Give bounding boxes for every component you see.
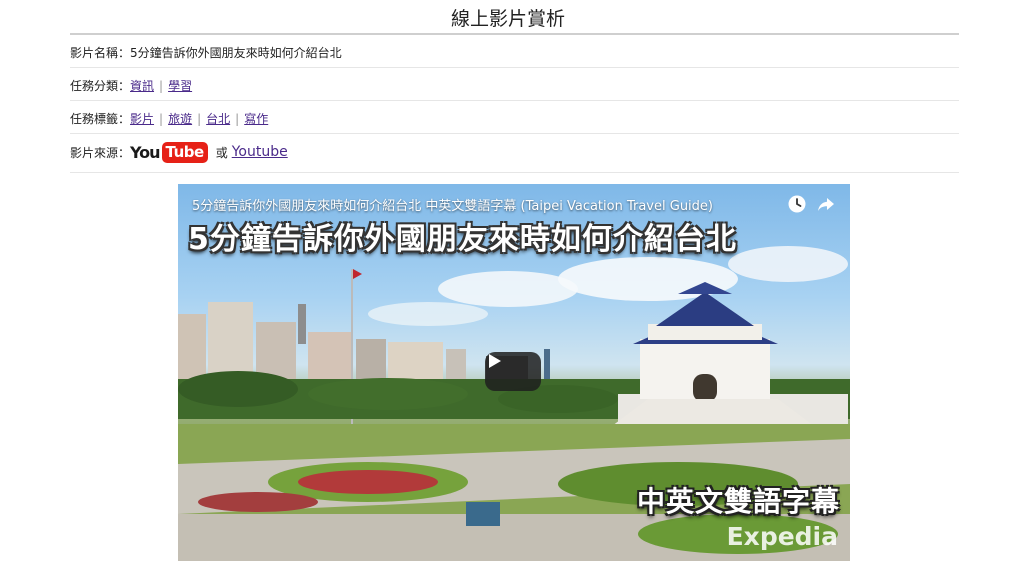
play-icon xyxy=(489,354,501,368)
youtube-logo[interactable]: You Tube xyxy=(130,141,208,163)
tag-link-travel[interactable]: 旅遊 xyxy=(168,110,192,127)
video-name-value: 5分鐘告訴你外國朋友來時如何介紹台北 xyxy=(130,46,342,60)
tags-label: 任務標籤： xyxy=(70,112,131,126)
tag-link-writing[interactable]: 寫作 xyxy=(244,110,268,127)
row-divider xyxy=(70,133,959,134)
title-divider xyxy=(70,33,959,35)
row-divider xyxy=(70,67,959,68)
category-label: 任務分類： xyxy=(70,79,131,93)
expedia-watermark: Expedia xyxy=(726,522,838,551)
bilingual-subtitle-badge: 中英文雙語字幕 xyxy=(636,485,840,518)
clock-icon[interactable] xyxy=(787,194,807,214)
tags-row: 任務標籤： 影片 | 旅遊 | 台北 | 寫作 xyxy=(70,110,959,127)
separator: | xyxy=(197,111,202,126)
row-divider xyxy=(70,172,959,173)
video-headline: 5分鐘告訴你外國朋友來時如何介紹台北 xyxy=(188,222,737,257)
page-title: 線上影片賞析 xyxy=(450,8,565,30)
separator: | xyxy=(235,111,240,126)
separator: | xyxy=(159,111,164,126)
youtube-link[interactable]: Youtube xyxy=(232,144,288,160)
source-or-text: 或 xyxy=(215,145,228,160)
play-button[interactable] xyxy=(485,352,541,391)
category-row: 任務分類： 資訊 | 學習 xyxy=(70,77,959,94)
tag-link-taipei[interactable]: 台北 xyxy=(206,110,230,127)
youtube-logo-tube: Tube xyxy=(161,141,208,163)
video-title[interactable]: 5分鐘告訴你外國朋友來時如何介紹台北 中英文雙語字幕 (Taipei Vacat… xyxy=(192,195,713,214)
source-label: 影片來源： xyxy=(70,145,131,160)
share-icon[interactable] xyxy=(816,194,836,214)
row-divider xyxy=(70,100,959,101)
video-name-row: 影片名稱： 5分鐘告訴你外國朋友來時如何介紹台北 xyxy=(70,44,959,61)
source-row: 影片來源： You Tube 或 Youtube xyxy=(70,141,959,163)
video-name-label: 影片名稱： xyxy=(70,46,131,60)
category-link-info[interactable]: 資訊 xyxy=(130,77,154,94)
separator: | xyxy=(159,78,164,93)
tag-link-video[interactable]: 影片 xyxy=(130,110,154,127)
category-link-learning[interactable]: 學習 xyxy=(168,77,192,94)
video-player[interactable]: 5分鐘告訴你外國朋友來時如何介紹台北 中英文雙語字幕 (Taipei Vacat… xyxy=(178,184,850,561)
youtube-logo-you: You xyxy=(130,142,160,162)
